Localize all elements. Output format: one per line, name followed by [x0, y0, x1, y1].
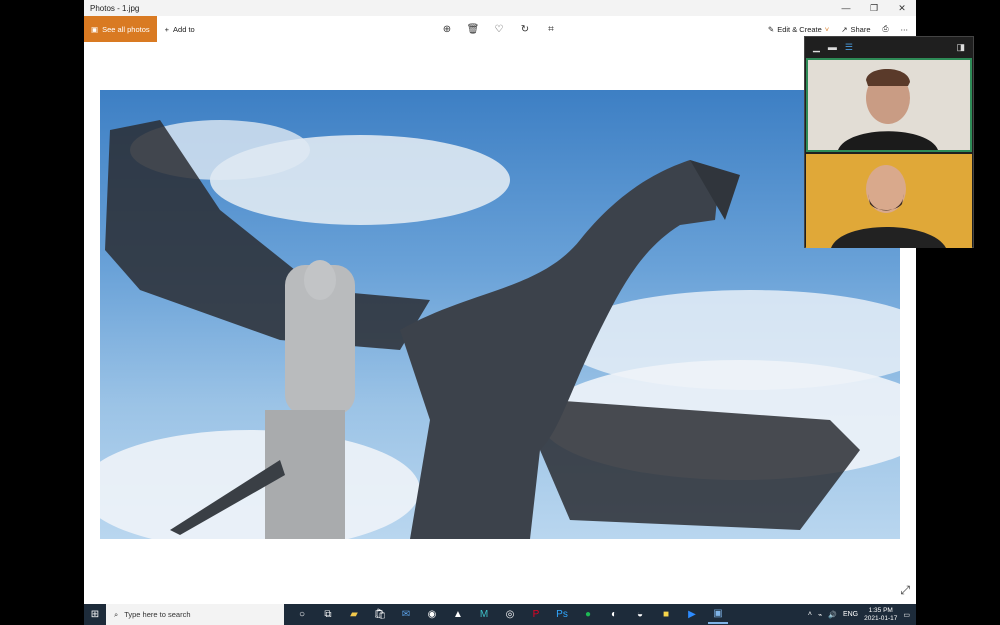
- volume-icon[interactable]: 🔊: [828, 611, 837, 619]
- zoom-in-icon[interactable]: ⊕: [440, 22, 454, 36]
- hide-video-icon[interactable]: ▬: [828, 42, 837, 52]
- file-explorer-icon[interactable]: ▰: [344, 606, 364, 624]
- maya-icon[interactable]: M: [474, 606, 494, 624]
- crop-icon[interactable]: ⌗: [544, 22, 558, 36]
- video-panel-bar: ▁ ▬ ☰ ◨: [805, 37, 973, 57]
- image-tools: ⊕ 🗑 ♡ ↻ ⌗: [440, 16, 558, 42]
- expand-icon[interactable]: ⤢: [900, 583, 910, 598]
- layout-icon[interactable]: ◨: [956, 42, 965, 53]
- delete-icon[interactable]: 🗑: [466, 22, 480, 36]
- window-title: Photos - 1.jpg: [90, 3, 140, 13]
- more-options-icon[interactable]: ⋯: [901, 25, 909, 34]
- clock-time: 1:35 PM: [868, 606, 893, 614]
- search-icon: ⌕: [114, 609, 119, 619]
- chevron-up-icon[interactable]: ˄: [808, 611, 812, 618]
- share-button[interactable]: ↗ Share: [841, 25, 870, 34]
- mail-icon[interactable]: ✉: [396, 606, 416, 624]
- windows-start-icon[interactable]: ⊞: [84, 609, 106, 620]
- app-icon[interactable]: ◎: [500, 606, 520, 624]
- search-placeholder: Type here to search: [124, 610, 191, 619]
- see-all-label: See all photos: [102, 24, 150, 34]
- participant-video-1[interactable]: [806, 58, 972, 152]
- photos-icon[interactable]: ▣: [708, 606, 728, 624]
- minimize-button[interactable]: —: [832, 0, 860, 16]
- plus-icon: +: [164, 24, 170, 34]
- notifications-icon[interactable]: ▭: [903, 611, 910, 619]
- close-button[interactable]: ✕: [888, 0, 916, 16]
- edit-create-button[interactable]: ✎ Edit & Create ˅: [768, 25, 829, 34]
- heart-icon[interactable]: ♡: [492, 22, 506, 36]
- chrome-icon[interactable]: ◉: [422, 606, 442, 624]
- clock[interactable]: 1:35 PM 2021-01-17: [864, 607, 897, 623]
- app-icon[interactable]: ◒: [630, 606, 650, 624]
- participant-1-feed: [808, 60, 970, 150]
- taskbar: ⊞ ⌕ Type here to search ○ ⧉ ▰ 🛍 ✉ ◉ ▲ M …: [84, 604, 916, 625]
- maximize-button[interactable]: ❐: [860, 0, 888, 16]
- network-icon[interactable]: ⌁: [818, 611, 822, 619]
- sticky-notes-icon[interactable]: ■: [656, 606, 676, 624]
- task-view-icon[interactable]: ⧉: [318, 606, 338, 624]
- app-icon[interactable]: ▲: [448, 606, 468, 624]
- rotate-icon[interactable]: ↻: [518, 22, 532, 36]
- desktop: Photos - 1.jpg — ❐ ✕ ▣ See all photos + …: [0, 0, 1000, 625]
- print-icon[interactable]: ⎙: [883, 24, 889, 34]
- spotify-icon[interactable]: ●: [578, 606, 598, 624]
- add-to-label: Add to: [173, 24, 195, 34]
- taskbar-search[interactable]: ⌕ Type here to search: [106, 604, 284, 625]
- taskbar-apps: ○ ⧉ ▰ 🛍 ✉ ◉ ▲ M ◎ P Ps ● ◐ ◒ ■ ▶ ▣: [292, 606, 728, 624]
- add-to-button[interactable]: + Add to: [165, 25, 195, 34]
- language-indicator[interactable]: ENG: [843, 611, 858, 618]
- clock-date: 2021-01-17: [864, 614, 898, 622]
- video-call-panel: ▁ ▬ ☰ ◨: [804, 36, 974, 248]
- minimize-icon[interactable]: ▁: [813, 42, 820, 53]
- gallery-view-icon[interactable]: ☰: [845, 42, 853, 53]
- participant-video-2[interactable]: [806, 154, 972, 248]
- app-icon[interactable]: ◐: [604, 606, 624, 624]
- participant-2-feed: [806, 154, 972, 248]
- store-icon[interactable]: 🛍: [370, 606, 390, 624]
- zoom-icon[interactable]: ▶: [682, 606, 702, 624]
- system-tray: ˄ ⌁ 🔊 ENG 1:35 PM 2021-01-17 ▭: [808, 607, 916, 623]
- share-icon: ↗: [841, 24, 848, 34]
- title-bar: Photos - 1.jpg — ❐ ✕: [84, 0, 916, 16]
- photoshop-icon[interactable]: Ps: [552, 606, 572, 624]
- chevron-down-icon: ˅: [824, 24, 830, 34]
- pinterest-icon[interactable]: P: [526, 606, 546, 624]
- edit-icon: ✎: [767, 24, 775, 34]
- cortana-icon[interactable]: ○: [292, 606, 312, 624]
- image-canvas: ⤢: [84, 42, 916, 604]
- share-label: Share: [850, 24, 871, 34]
- photos-toolbar: ▣ See all photos + Add to ⊕ 🗑 ♡ ↻ ⌗ ✎ Ed…: [84, 16, 916, 42]
- window-controls: — ❐ ✕: [832, 0, 916, 16]
- edit-create-label: Edit & Create: [777, 24, 822, 34]
- dragon-render-illustration: [100, 120, 900, 539]
- see-all-photos-button[interactable]: ▣ See all photos: [84, 16, 157, 42]
- photos-window: Photos - 1.jpg — ❐ ✕ ▣ See all photos + …: [84, 0, 916, 604]
- photos-icon: ▣: [91, 24, 99, 34]
- photo-image: [100, 90, 900, 539]
